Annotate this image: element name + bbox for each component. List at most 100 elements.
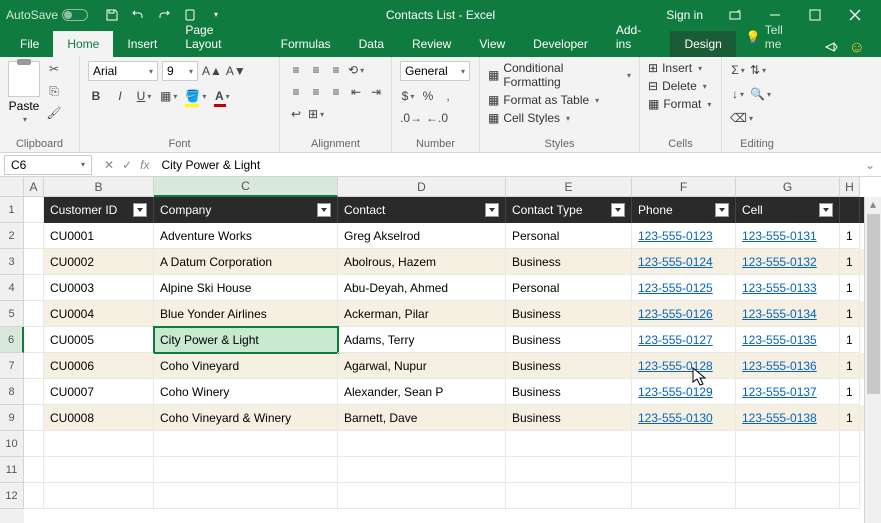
align-left-icon[interactable]: ≡	[288, 83, 304, 101]
empty-cell[interactable]	[736, 431, 840, 457]
phone-link[interactable]: 123-555-0128	[638, 359, 713, 373]
phone-link[interactable]: 123-555-0134	[742, 307, 817, 321]
phone-link[interactable]: 123-555-0123	[638, 229, 713, 243]
vertical-scrollbar[interactable]: ▴	[864, 197, 881, 523]
empty-cell[interactable]	[736, 457, 840, 483]
table-cell[interactable]: CU0002	[44, 249, 154, 275]
table-cell[interactable]: CU0007	[44, 379, 154, 405]
table-cell[interactable]: 1	[840, 405, 860, 431]
empty-cell[interactable]	[632, 457, 736, 483]
table-cell[interactable]: Abolrous, Hazem	[338, 249, 506, 275]
row-header-11[interactable]: 11	[0, 457, 24, 483]
column-header-H[interactable]: H	[840, 177, 860, 197]
tab-design[interactable]: Design	[670, 31, 735, 57]
empty-cell[interactable]	[44, 457, 154, 483]
row-header-3[interactable]: 3	[0, 249, 24, 275]
empty-cell[interactable]	[736, 483, 840, 509]
tab-view[interactable]: View	[465, 31, 519, 57]
table-cell[interactable]: Coho Vineyard	[154, 353, 338, 379]
tab-data[interactable]: Data	[345, 31, 398, 57]
phone-link[interactable]: 123-555-0138	[742, 411, 817, 425]
table-cell[interactable]: CU0001	[44, 223, 154, 249]
table-cell[interactable]: Personal	[506, 223, 632, 249]
table-cell[interactable]: Alexander, Sean P	[338, 379, 506, 405]
insert-cells-button[interactable]: ⊞Insert▾	[648, 61, 713, 75]
empty-cell[interactable]	[338, 483, 506, 509]
column-header-G[interactable]: G	[736, 177, 840, 197]
table-cell[interactable]: Business	[506, 301, 632, 327]
table-cell[interactable]: 1	[840, 275, 860, 301]
name-box[interactable]: C6▾	[4, 155, 92, 175]
cells-grid[interactable]: Customer IDCompanyContactContact TypePho…	[24, 197, 881, 509]
column-header-F[interactable]: F	[632, 177, 736, 197]
tab-page-layout[interactable]: Page Layout	[171, 17, 266, 57]
column-header-E[interactable]: E	[506, 177, 632, 197]
table-cell[interactable]: 1	[840, 223, 860, 249]
empty-cell[interactable]	[44, 483, 154, 509]
filter-dropdown-icon[interactable]	[819, 203, 833, 217]
autosum-icon[interactable]: Σ▾	[730, 61, 746, 79]
table-cell[interactable]: A Datum Corporation	[154, 249, 338, 275]
table-cell[interactable]: CU0005	[44, 327, 154, 353]
format-painter-icon[interactable]: 🖌	[46, 105, 62, 121]
font-color-button[interactable]: A▾	[214, 87, 230, 105]
row-header-4[interactable]: 4	[0, 275, 24, 301]
row-header-2[interactable]: 2	[0, 223, 24, 249]
empty-cell[interactable]	[44, 431, 154, 457]
increase-decimal-icon[interactable]: .0→	[400, 109, 422, 127]
table-cell[interactable]: Blue Yonder Airlines	[154, 301, 338, 327]
table-cell[interactable]: CU0004	[44, 301, 154, 327]
select-all-corner[interactable]	[0, 177, 24, 197]
empty-cell[interactable]	[24, 483, 44, 509]
undo-icon[interactable]	[130, 7, 146, 23]
align-bottom-icon[interactable]: ≡	[328, 61, 344, 79]
accounting-format-icon[interactable]: $▾	[400, 87, 416, 105]
table-cell[interactable]: Business	[506, 405, 632, 431]
row-header-9[interactable]: 9	[0, 405, 24, 431]
scroll-thumb[interactable]	[867, 214, 880, 394]
table-cell[interactable]: 123-555-0127	[632, 327, 736, 353]
empty-cell[interactable]	[154, 431, 338, 457]
row-header-5[interactable]: 5	[0, 301, 24, 327]
table-cell[interactable]: 123-555-0136	[736, 353, 840, 379]
table-cell[interactable]: 123-555-0138	[736, 405, 840, 431]
tab-home[interactable]: Home	[53, 31, 113, 57]
autosave-toggle[interactable]: AutoSave	[6, 8, 88, 22]
table-cell[interactable]: Adventure Works	[154, 223, 338, 249]
table-cell[interactable]: CU0008	[44, 405, 154, 431]
table-header-cell[interactable]: Phone	[632, 197, 736, 223]
cell-styles-button[interactable]: ▦Cell Styles▾	[488, 111, 631, 125]
table-cell[interactable]: 123-555-0131	[736, 223, 840, 249]
table-cell[interactable]: Barnett, Dave	[338, 405, 506, 431]
table-cell[interactable]: 123-555-0128	[632, 353, 736, 379]
phone-link[interactable]: 123-555-0137	[742, 385, 817, 399]
table-cell[interactable]: 123-555-0124	[632, 249, 736, 275]
filter-dropdown-icon[interactable]	[133, 203, 147, 217]
table-cell[interactable]: 123-555-0125	[632, 275, 736, 301]
expand-formula-bar-icon[interactable]: ⌄	[865, 158, 881, 172]
phone-link[interactable]: 123-555-0124	[638, 255, 713, 269]
tab-developer[interactable]: Developer	[519, 31, 602, 57]
table-cell[interactable]: Business	[506, 379, 632, 405]
table-cell[interactable]: 1	[840, 327, 860, 353]
table-cell[interactable]: 123-555-0130	[632, 405, 736, 431]
row-header-7[interactable]: 7	[0, 353, 24, 379]
table-cell[interactable]: CU0006	[44, 353, 154, 379]
fx-icon[interactable]: fx	[140, 158, 149, 172]
table-cell[interactable]: 123-555-0137	[736, 379, 840, 405]
table-header-cell[interactable]: Cell	[736, 197, 840, 223]
tab-formulas[interactable]: Formulas	[267, 31, 345, 57]
align-middle-icon[interactable]: ≡	[308, 61, 324, 79]
enter-formula-icon[interactable]: ✓	[122, 158, 132, 172]
empty-cell[interactable]	[840, 483, 860, 509]
table-cell[interactable]: 123-555-0133	[736, 275, 840, 301]
row-header-8[interactable]: 8	[0, 379, 24, 405]
border-button[interactable]: ▦▾	[160, 87, 177, 105]
close-icon[interactable]	[835, 0, 875, 29]
orientation-icon[interactable]: ⟲▾	[348, 61, 364, 79]
decrease-font-icon[interactable]: A▼	[226, 62, 246, 80]
conditional-formatting-button[interactable]: ▦Conditional Formatting▾	[488, 61, 631, 89]
increase-font-icon[interactable]: A▲	[202, 62, 222, 80]
table-header-cell[interactable]: Contact Type	[506, 197, 632, 223]
filter-dropdown-icon[interactable]	[317, 203, 331, 217]
